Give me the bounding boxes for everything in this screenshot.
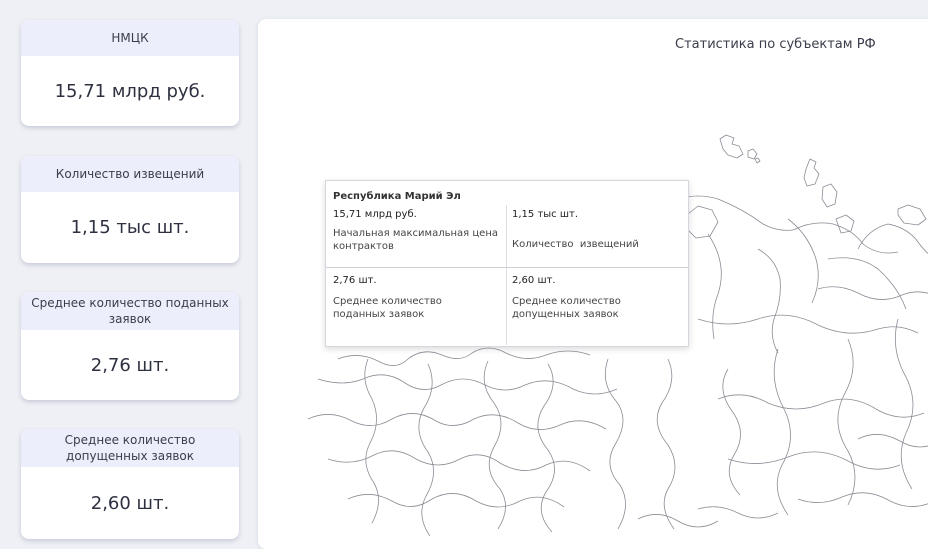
tooltip-value: 2,76 шт. <box>333 275 377 286</box>
kpi-title: Количество извещений <box>21 156 239 192</box>
tooltip-value: 15,71 млрд руб. <box>333 209 417 220</box>
kpi-sidebar: НМЦК 15,71 млрд руб. Количество извещени… <box>0 0 250 539</box>
tooltip-cell-nmck: 15,71 млрд руб. Начальная максимальная ц… <box>333 209 498 253</box>
kpi-value: 1,15 тыс шт. <box>70 217 190 238</box>
tooltip-cell-submitted: 2,76 шт. Среднее количество поданных зая… <box>333 275 463 321</box>
kpi-title: Среднее количество поданных заявок <box>21 292 239 330</box>
tooltip-label: Начальная максимальная цена контрактов <box>333 228 498 252</box>
kpi-value: 2,76 шт. <box>90 354 170 376</box>
tooltip-label: Количество извещений <box>512 239 639 250</box>
kpi-title: Среднее количество допущенных заявок <box>21 429 239 467</box>
kpi-card-admitted: Среднее количество допущенных заявок 2,6… <box>21 429 239 539</box>
kpi-card-submitted: Среднее количество поданных заявок 2,76 … <box>21 292 239 400</box>
kpi-value: 2,60 шт. <box>90 492 170 514</box>
region-tooltip: Республика Марий Эл 15,71 млрд руб. Нача… <box>325 180 689 347</box>
tooltip-value: 2,60 шт. <box>512 275 556 286</box>
kpi-card-notices: Количество извещений 1,15 тыс шт. <box>21 156 239 263</box>
kpi-value: 15,71 млрд руб. <box>54 80 206 102</box>
kpi-card-nmck: НМЦК 15,71 млрд руб. <box>21 20 239 126</box>
tooltip-divider-horizontal <box>326 267 688 268</box>
tooltip-region-name: Республика Марий Эл <box>333 191 461 202</box>
tooltip-label: Среднее количество поданных заявок <box>333 296 442 320</box>
tooltip-label: Среднее количество допущенных заявок <box>512 296 621 320</box>
tooltip-value: 1,15 тыс шт. <box>512 209 578 220</box>
kpi-title: НМЦК <box>21 20 239 56</box>
tooltip-cell-notices: 1,15 тыс шт. Количество извещений <box>512 209 682 251</box>
tooltip-divider-vertical <box>506 205 507 345</box>
tooltip-cell-admitted: 2,60 шт. Среднее количество допущенных з… <box>512 275 642 321</box>
